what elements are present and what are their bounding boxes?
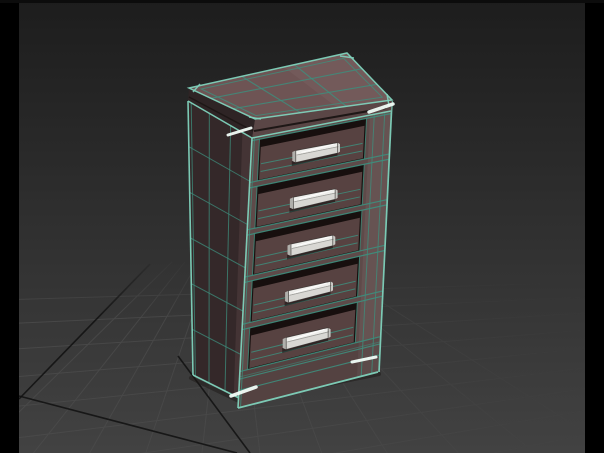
viewport-3d[interactable] <box>0 0 604 453</box>
handle-end-cap-left <box>289 197 294 210</box>
handle-end-cap-left <box>292 150 296 163</box>
letterbox-right <box>585 0 604 453</box>
handle-end-cap-right <box>328 327 331 339</box>
viewport-window <box>0 0 604 453</box>
handle-end-cap-left <box>287 244 291 256</box>
letterbox-left <box>0 0 19 453</box>
chest-front-face <box>237 100 393 409</box>
handle-end-cap-left <box>282 337 287 350</box>
letterbox-top <box>0 0 604 3</box>
handle-end-cap-right <box>330 281 333 292</box>
handle-end-cap-left <box>285 290 289 303</box>
handle-end-cap-right <box>337 142 340 154</box>
handle-end-cap-right <box>332 235 336 246</box>
handle-end-cap-right <box>335 188 338 200</box>
chest-of-drawers[interactable] <box>186 52 395 409</box>
